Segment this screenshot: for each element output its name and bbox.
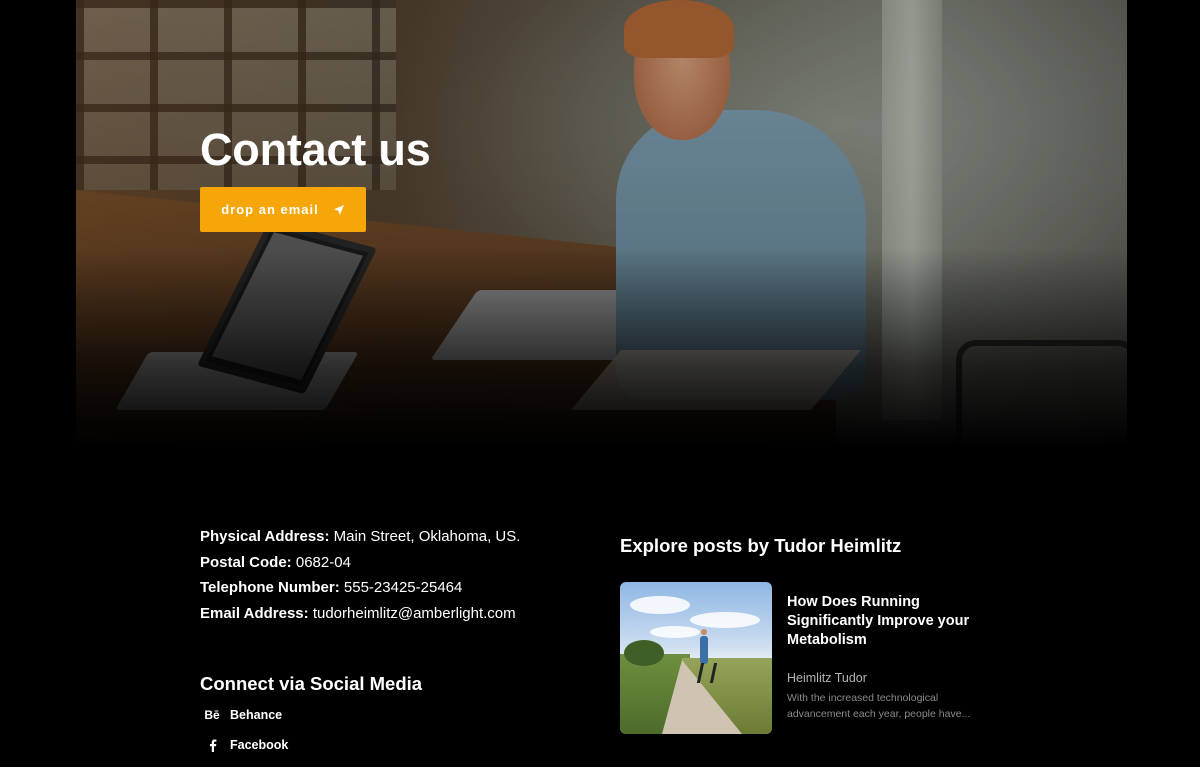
hero-bottom-fade: [76, 248, 1127, 448]
email-value[interactable]: tudorheimlitz@amberlight.com: [313, 605, 516, 622]
telephone-label: Telephone Number:: [200, 579, 340, 596]
physical-address-row: Physical Address: Main Street, Oklahoma,…: [200, 524, 580, 550]
email-label: Email Address:: [200, 604, 309, 622]
social-heading: Connect via Social Media: [200, 673, 423, 694]
post-excerpt: With the increased technological advance…: [787, 692, 971, 720]
drop-email-button[interactable]: drop an email: [200, 187, 366, 232]
behance-link[interactable]: Bē Behance: [202, 703, 288, 727]
paper-plane-icon: [333, 204, 345, 216]
facebook-link[interactable]: Facebook: [202, 733, 288, 757]
physical-address-label: Physical Address:: [200, 528, 330, 545]
post-author: Heimlitz Tudor: [787, 671, 867, 685]
postal-code-value: 0682-04: [295, 553, 351, 571]
telephone-row: Telephone Number: 555-23425-25464: [200, 575, 580, 601]
facebook-icon: [202, 738, 222, 752]
post-thumbnail[interactable]: [620, 582, 772, 734]
posts-heading: Explore posts by Tudor Heimlitz: [620, 535, 902, 556]
page-title: Contact us: [200, 124, 431, 175]
facebook-label: Facebook: [230, 738, 289, 752]
social-links: Bē Behance Facebook: [202, 703, 288, 763]
behance-icon: Bē: [204, 708, 220, 722]
drop-email-button-label: drop an email: [221, 202, 319, 217]
behance-label: Behance: [230, 708, 283, 722]
email-row: Email Address: tudorheimlitz@amberlight.…: [200, 601, 580, 627]
postal-code-label: Postal Code:: [200, 553, 292, 571]
post-title[interactable]: How Does Running Significantly Improve y…: [787, 593, 992, 650]
runner-figure: [700, 629, 708, 664]
telephone-value: 555-23425-25464: [343, 579, 463, 596]
contact-page: Contact us drop an email Physical Addres…: [0, 0, 1200, 767]
postal-code-row: Postal Code: 0682-04: [200, 550, 580, 576]
contact-details: Physical Address: Main Street, Oklahoma,…: [200, 524, 580, 626]
physical-address-value: Main Street, Oklahoma, US.: [333, 528, 521, 545]
post-card[interactable]: How Does Running Significantly Improve y…: [620, 582, 1000, 735]
